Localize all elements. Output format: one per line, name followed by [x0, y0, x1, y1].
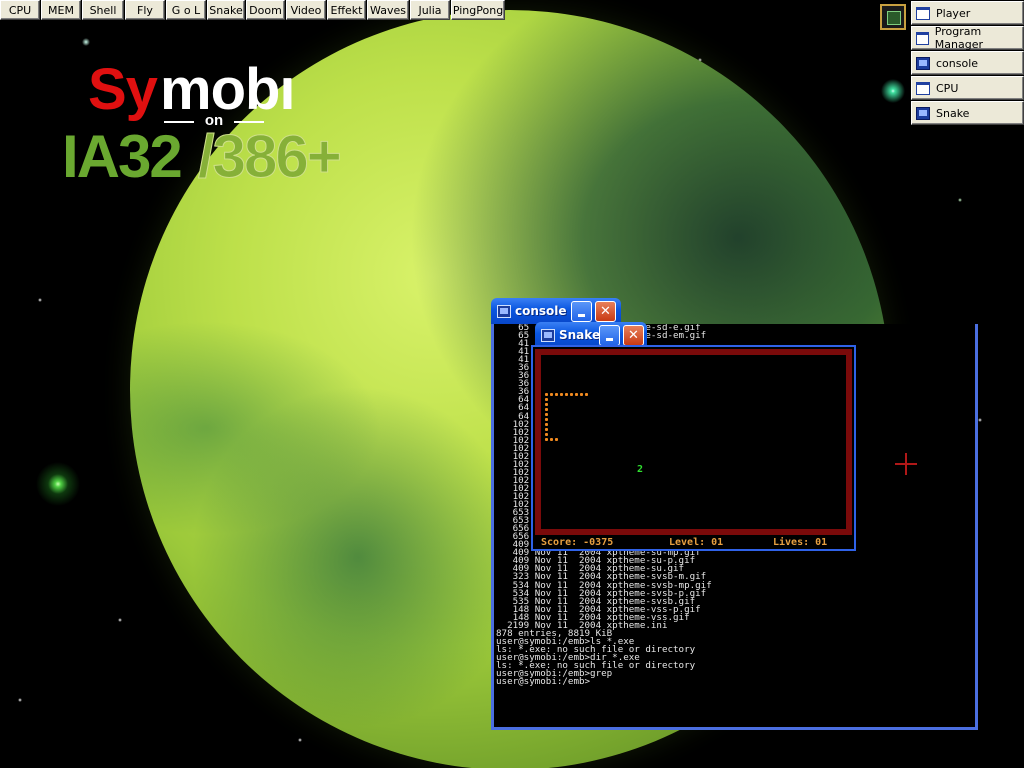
terminal-icon — [497, 304, 511, 318]
snake-segment — [580, 393, 583, 396]
console-minimize-button[interactable] — [571, 301, 592, 322]
snake-segment — [545, 413, 548, 416]
snake-segment — [545, 393, 548, 396]
window-icon — [916, 6, 930, 20]
launch-doom-button[interactable]: Doom — [246, 0, 285, 20]
snake-segment — [585, 393, 588, 396]
snake-close-button[interactable]: ✕ — [623, 325, 644, 346]
terminal-icon — [916, 106, 930, 120]
terminal-icon — [916, 56, 930, 70]
launch-fly-button[interactable]: Fly — [125, 0, 165, 20]
launch-bar: CPU MEM Shell Fly G o L Snake Doom Video… — [0, 0, 506, 20]
snake-segment — [545, 408, 548, 411]
console-line: user@symobi:/emb> — [496, 676, 591, 688]
launch-julia-button[interactable]: Julia — [410, 0, 450, 20]
cpu-chip-icon[interactable] — [880, 4, 906, 30]
logo-386-text: /386+ — [198, 123, 343, 190]
snake-food: 2 — [637, 464, 644, 475]
launch-snake-button[interactable]: Snake — [207, 0, 245, 20]
window-icon — [916, 31, 929, 45]
snake-segment — [545, 433, 548, 436]
window-icon — [916, 81, 930, 95]
launch-waves-button[interactable]: Waves — [367, 0, 409, 20]
task-item-label: console — [936, 56, 979, 70]
snake-segment — [545, 398, 548, 401]
snake-score: Score: -0375 — [541, 537, 614, 548]
launch-mem-button[interactable]: MEM — [41, 0, 81, 20]
snake-segment — [555, 438, 558, 441]
logo-ia32-text: IA32 — [62, 123, 183, 190]
snake-minimize-button[interactable] — [599, 325, 620, 346]
snake-title: Snake — [559, 328, 601, 342]
task-item-cpu[interactable]: CPU — [911, 76, 1024, 100]
launch-shell-button[interactable]: Shell — [82, 0, 124, 20]
snake-segment — [545, 438, 548, 441]
launch-pingpong-button[interactable]: PingPong — [451, 0, 505, 20]
console-title: console — [515, 304, 567, 318]
task-item-player[interactable]: Player — [911, 1, 1024, 25]
task-item-label: Player — [936, 6, 971, 20]
snake-segment — [550, 438, 553, 441]
snake-segment — [560, 393, 563, 396]
snake-segment — [565, 393, 568, 396]
snake-playfield[interactable]: 2 — [535, 349, 852, 535]
task-item-program-manager[interactable]: Program Manager — [911, 25, 1024, 51]
launch-cpu-button[interactable]: CPU — [0, 0, 40, 20]
snake-segment — [575, 393, 578, 396]
console-titlebar[interactable]: console ✕ — [491, 298, 621, 324]
snake-segment — [545, 428, 548, 431]
snake-status-bar: Score: -0375 Level: 01 Lives: 01 — [533, 537, 854, 549]
task-item-label: CPU — [936, 81, 959, 95]
launch-video-button[interactable]: Video — [286, 0, 326, 20]
task-list: Player Program Manager console CPU Snake — [911, 1, 1024, 126]
launch-effekt-button[interactable]: Effekt — [327, 0, 366, 20]
snake-segment — [545, 423, 548, 426]
terminal-icon — [541, 328, 555, 342]
task-item-label: Snake — [936, 106, 970, 120]
snake-window[interactable]: 2 Score: -0375 Level: 01 Lives: 01 — [531, 345, 856, 551]
console-close-button[interactable]: ✕ — [595, 301, 616, 322]
task-item-label: Program Manager — [934, 25, 983, 51]
task-item-snake[interactable]: Snake — [911, 101, 1024, 125]
task-item-console[interactable]: console — [911, 51, 1024, 75]
mouse-crosshair-cursor — [895, 453, 917, 475]
snake-segment — [545, 418, 548, 421]
snake-segment — [555, 393, 558, 396]
logo-sy-text: Sy — [88, 57, 158, 122]
snake-segment — [550, 393, 553, 396]
snake-segment — [545, 403, 548, 406]
snake-lives: Lives: 01 — [773, 537, 828, 548]
symobi-logo: Sy mobı on IA32 /386+ — [62, 60, 382, 190]
snake-level: Level: 01 — [669, 537, 724, 548]
snake-segment — [570, 393, 573, 396]
launch-gol-button[interactable]: G o L — [166, 0, 206, 20]
logo-mobi-text: mobı — [160, 57, 296, 122]
